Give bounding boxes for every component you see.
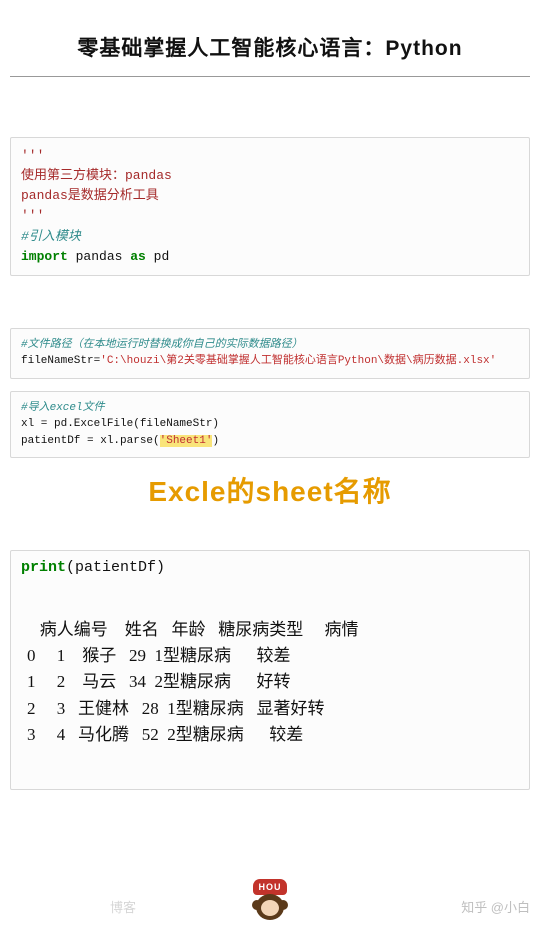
table-row: 0 1 猴子 29 1型糖尿病 较差 [27, 646, 291, 665]
table-row: 1 2 马云 34 2型糖尿病 好转 [27, 672, 291, 691]
code-comment: #引入模块 [21, 229, 81, 244]
spacer [10, 288, 530, 328]
monkey-logo-icon: HOU [253, 879, 287, 924]
page: 零基础掌握人工智能核心语言：Python ''' 使用第三方模块：pandas … [0, 0, 540, 930]
code-text: pandas [68, 249, 130, 264]
code-string-highlight: 'Sheet1' [160, 435, 213, 447]
table-header: 病人编号 姓名 年龄 糖尿病类型 病情 [27, 620, 359, 639]
code-line: xl = pd.ExcelFile(fileNameStr) [21, 418, 219, 430]
code-keyword: print [21, 559, 66, 576]
code-keyword: as [130, 249, 146, 264]
code-text: pd [146, 249, 169, 264]
code-block-intro: ''' 使用第三方模块：pandas pandas是数据分析工具 ''' #引入… [10, 137, 530, 276]
code-block-parse: #导入excel文件 xl = pd.ExcelFile(fileNameStr… [10, 391, 530, 459]
code-text: ) [212, 435, 219, 447]
table-row: 3 4 马化腾 52 2型糖尿病 较差 [27, 725, 303, 744]
code-line: ''' [21, 148, 44, 163]
watermark-right: 知乎 @小白 [461, 897, 530, 916]
table-row: 2 3 王健林 28 1型糖尿病 显著好转 [27, 699, 325, 718]
code-line: pandas是数据分析工具 [21, 188, 159, 203]
code-block-path: #文件路径（在本地运行时替换成你自己的实际数据路径） fileNameStr='… [10, 328, 530, 379]
code-block-output: print(patientDf) 病人编号 姓名 年龄 糖尿病类型 病情 0 1… [10, 550, 530, 789]
code-text: fileNameStr= [21, 355, 100, 367]
footer-logo-wrap: HOU [0, 877, 540, 924]
code-line: ''' [21, 208, 44, 223]
code-keyword: import [21, 249, 68, 264]
code-text: (patientDf) [66, 559, 165, 576]
output-table: 病人编号 姓名 年龄 糖尿病类型 病情 0 1 猴子 29 1型糖尿病 较差 1… [27, 590, 513, 774]
code-line: 使用第三方模块：pandas [21, 168, 172, 183]
annotation-label: Excle的sheet名称 [10, 470, 530, 510]
watermark-left: 博客 [110, 897, 136, 916]
logo-label: HOU [253, 879, 287, 895]
code-comment: #导入excel文件 [21, 402, 105, 414]
code-string: 'C:\houzi\第2关零基础掌握人工智能核心语言Python\数据\病历数据… [100, 355, 496, 367]
divider [10, 76, 530, 77]
code-text: patientDf = xl.parse( [21, 435, 160, 447]
page-title: 零基础掌握人工智能核心语言：Python [10, 0, 530, 76]
code-comment: #文件路径（在本地运行时替换成你自己的实际数据路径） [21, 339, 303, 351]
